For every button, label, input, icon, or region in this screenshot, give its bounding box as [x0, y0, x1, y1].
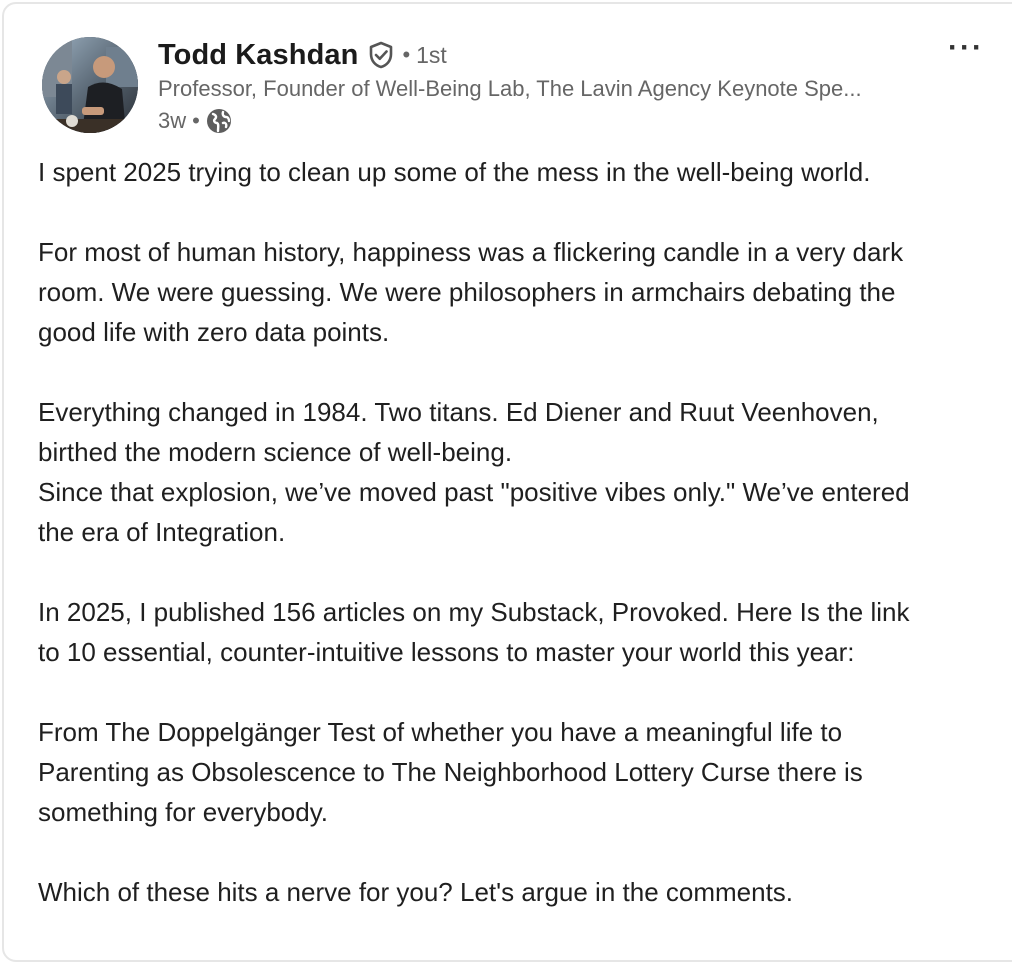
post-paragraph: I spent 2025 trying to clean up some of … — [38, 157, 871, 187]
post-meta: 3w • — [158, 106, 232, 136]
post-paragraph: Since that explosion, we’ve moved past "… — [38, 472, 998, 552]
post-line: room. We were guessing. We were philosop… — [38, 277, 896, 307]
post-line: good life with zero data points. — [38, 317, 390, 347]
connection-degree: 1st — [416, 41, 447, 68]
globe-icon — [206, 108, 232, 134]
post-line: something for everybody. — [38, 797, 328, 827]
post-line: Parenting as Obsolescence to The Neighbo… — [38, 757, 863, 787]
post-line: Everything changed in 1984. Two titans. … — [38, 397, 879, 427]
author-name[interactable]: Todd Kashdan — [158, 39, 358, 72]
post-line: the era of Integration. — [38, 517, 286, 547]
post-timestamp[interactable]: 3w — [158, 108, 186, 134]
author-avatar[interactable] — [42, 37, 138, 133]
post-line: Since that explosion, we’ve moved past "… — [38, 477, 910, 507]
post-line: to 10 essential, counter-intuitive lesso… — [38, 637, 855, 667]
post-card: Todd Kashdan • 1st Professor, Founder of… — [2, 2, 1012, 962]
post-text: I spent 2025 trying to clean up some of … — [38, 152, 998, 952]
post-paragraph: In 2025, I published 156 articles on my … — [38, 592, 998, 672]
separator-dot: • — [192, 108, 200, 133]
post-paragraph: Everything changed in 1984. Two titans. … — [38, 392, 998, 472]
author-headline: Professor, Founder of Well-Being Lab, Th… — [158, 76, 862, 101]
post-paragraph: From The Doppelgänger Test of whether yo… — [38, 712, 998, 832]
separator-dot: • — [402, 42, 411, 67]
author-name-row: Todd Kashdan • 1st — [158, 36, 447, 74]
post-paragraph: For most of human history, happiness was… — [38, 232, 998, 352]
post-line: From The Doppelgänger Test of whether yo… — [38, 717, 843, 747]
post-line: For most of human history, happiness was… — [38, 237, 904, 267]
more-options-icon[interactable]: ··· — [944, 31, 988, 64]
verified-shield-icon — [368, 41, 394, 69]
post-paragraph: Which of these hits a nerve for you? Let… — [38, 877, 794, 907]
post-line: In 2025, I published 156 articles on my … — [38, 597, 910, 627]
post-line: birthed the modern science of well-being… — [38, 437, 513, 467]
